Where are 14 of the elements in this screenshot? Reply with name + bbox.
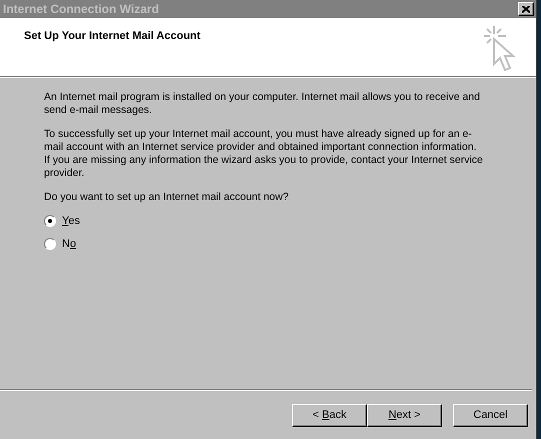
window-title: Internet Connection Wizard <box>3 2 160 16</box>
option-label[interactable]: Yes <box>62 215 80 227</box>
close-icon <box>522 6 530 12</box>
radio-button[interactable] <box>44 238 56 250</box>
instruction-text: To successfully set up your Internet mail account, you must have already signed up for an e-mail account with an Internet service provider and obtained important connection information. If you are missing any information the wizard asks you to provide, contact your Internet service provider. <box>44 128 484 180</box>
close-button[interactable] <box>518 2 534 16</box>
cancel-button[interactable]: Cancel <box>453 404 528 426</box>
instruction-text: Do you want to set up an Internet mail account now? <box>44 191 290 204</box>
option-label[interactable]: No <box>62 238 76 250</box>
next-button[interactable]: Next > <box>367 404 442 426</box>
page-title: Set Up Your Internet Mail Account <box>24 30 202 42</box>
radio-button[interactable] <box>44 215 56 227</box>
back-button[interactable]: < Back <box>292 404 367 426</box>
instruction-text: An Internet mail program is installed on your computer. Internet mail allows you to receive and send e-mail messages. <box>44 91 481 117</box>
